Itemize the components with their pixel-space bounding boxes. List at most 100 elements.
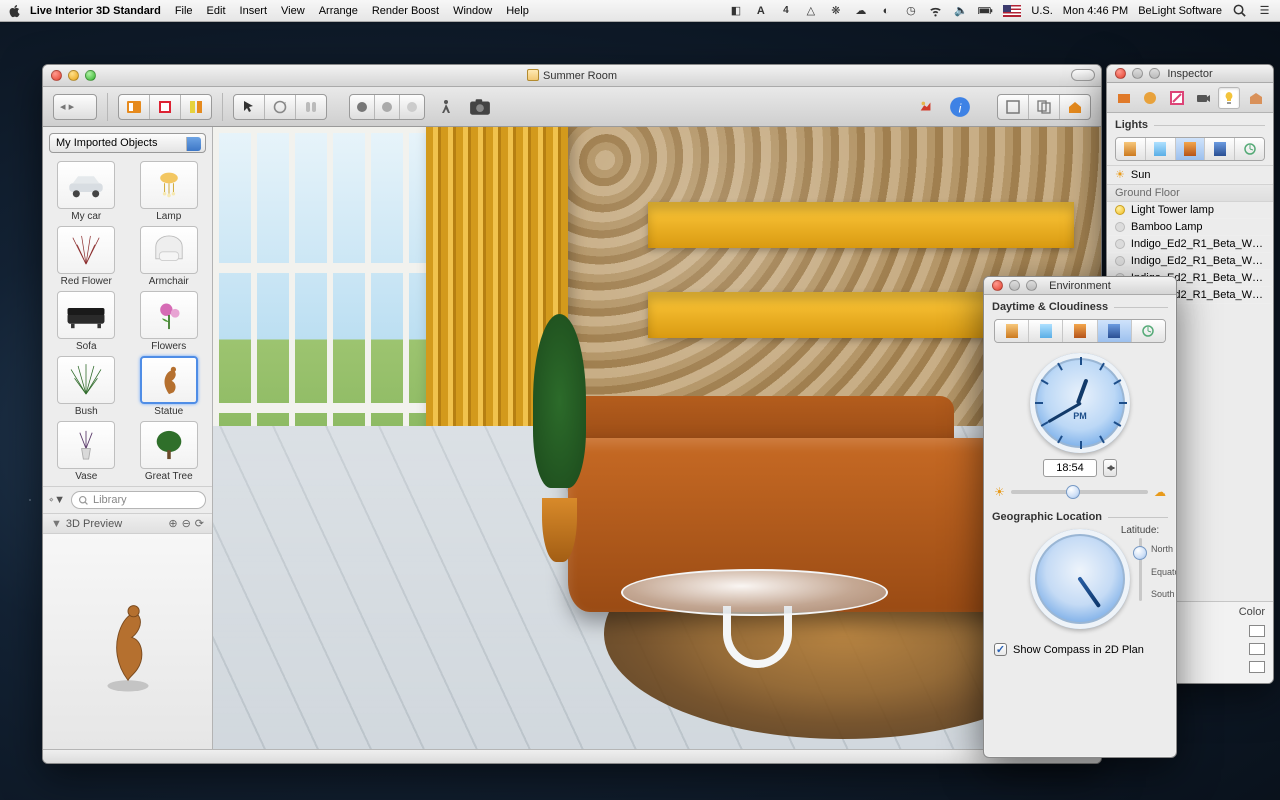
view-home-icon[interactable] <box>1060 95 1090 119</box>
pan-tool-icon[interactable] <box>296 95 326 119</box>
flag-icon[interactable] <box>1003 5 1021 17</box>
close-button[interactable] <box>992 280 1003 291</box>
library-thumb-icon[interactable] <box>57 161 115 209</box>
library-item[interactable]: Armchair <box>132 226 207 287</box>
library-item[interactable]: My car <box>49 161 124 222</box>
zoom-in-icon[interactable]: ⊕ <box>168 517 177 530</box>
library-item[interactable]: Flowers <box>132 291 207 352</box>
menu-edit[interactable]: Edit <box>207 5 226 17</box>
adobe-icon[interactable]: A <box>753 3 768 18</box>
preview-section-header[interactable]: ▼ 3D Preview ⊕ ⊖ ⟳ <box>43 513 212 534</box>
tab-lights-icon[interactable] <box>1218 87 1240 109</box>
time-stepper[interactable] <box>1103 459 1117 477</box>
light-preset-segment[interactable] <box>1115 137 1265 161</box>
library-thumb-icon[interactable] <box>57 421 115 469</box>
inspector-titlebar[interactable]: Inspector <box>1107 65 1273 83</box>
environment-titlebar[interactable]: Environment <box>984 277 1176 295</box>
preview-3d-viewport[interactable] <box>43 534 212 749</box>
show-compass-checkbox[interactable]: ✓ <box>994 643 1007 656</box>
menu-renderboost[interactable]: Render Boost <box>372 5 439 17</box>
preset-custom-icon[interactable] <box>1132 320 1165 342</box>
tab-building-icon[interactable] <box>1245 87 1267 109</box>
view-mode-segment[interactable] <box>997 94 1091 120</box>
library-item[interactable]: Red Flower <box>49 226 124 287</box>
compass-control[interactable] <box>1030 529 1130 629</box>
display-icon[interactable]: ◐ <box>878 3 893 18</box>
tab-measure-icon[interactable] <box>1166 87 1188 109</box>
titlebar[interactable]: Summer Room <box>43 65 1101 87</box>
quality-hi-icon[interactable] <box>400 95 424 119</box>
number-icon[interactable]: 4 <box>778 3 793 18</box>
menu-window[interactable]: Window <box>453 5 492 17</box>
preset-day-icon[interactable] <box>1146 138 1176 160</box>
library-panel-icon[interactable] <box>119 95 150 119</box>
library-item[interactable]: Great Tree <box>132 421 207 482</box>
cloud-icon[interactable]: ☁ <box>853 3 868 18</box>
library-thumb-icon[interactable] <box>140 421 198 469</box>
zoom-reset-icon[interactable]: ⟳ <box>195 517 204 530</box>
toolbar-toggle-button[interactable] <box>1071 69 1095 81</box>
clock-icon[interactable]: ◷ <box>903 3 918 18</box>
select-tool-icon[interactable] <box>234 95 265 119</box>
preset-dawn-icon[interactable] <box>1116 138 1146 160</box>
library-category-dropdown[interactable]: My Imported Objects <box>49 133 206 153</box>
walk-tool-icon[interactable] <box>433 94 459 120</box>
menu-view[interactable]: View <box>281 5 305 17</box>
library-thumb-icon[interactable] <box>57 356 115 404</box>
light-row[interactable]: Indigo_Ed2_R1_Beta_Wing <box>1107 253 1273 270</box>
cloudiness-slider[interactable]: ☀ ☁ <box>994 485 1166 499</box>
library-search-input[interactable]: Library <box>71 491 206 509</box>
menu-arrange[interactable]: Arrange <box>319 5 358 17</box>
latitude-slider[interactable]: North Equator South <box>1131 538 1149 601</box>
drive-icon[interactable]: △ <box>803 3 818 18</box>
tab-materials-icon[interactable] <box>1139 87 1161 109</box>
library-item[interactable]: Statue <box>132 356 207 417</box>
render-icon[interactable] <box>913 94 939 120</box>
zoom-button[interactable] <box>1026 280 1037 291</box>
nav-back-forward-button[interactable]: ◂ ▸ <box>53 94 97 120</box>
library-item[interactable]: Sofa <box>49 291 124 352</box>
tool-segment[interactable] <box>233 94 327 120</box>
color-swatch[interactable] <box>1249 625 1265 637</box>
color-swatch[interactable] <box>1249 643 1265 655</box>
preset-night-icon[interactable] <box>1205 138 1235 160</box>
light-row-sun[interactable]: ☀ Sun <box>1107 166 1273 184</box>
zoom-button[interactable] <box>85 70 96 81</box>
preset-day-icon[interactable] <box>1029 320 1063 342</box>
clock-control[interactable]: PM <box>1030 353 1130 453</box>
time-input[interactable] <box>1043 459 1097 477</box>
preset-night-icon[interactable] <box>1098 320 1132 342</box>
inspector-toggle-icon[interactable] <box>181 95 211 119</box>
input-source-label[interactable]: U.S. <box>1031 5 1052 17</box>
library-thumb-icon[interactable] <box>140 161 198 209</box>
close-button[interactable] <box>1115 68 1126 79</box>
snapshot-icon[interactable] <box>467 94 493 120</box>
sync-icon[interactable]: ❋ <box>828 3 843 18</box>
zoom-out-icon[interactable]: ⊖ <box>182 517 191 530</box>
light-row[interactable]: Light Tower lamp <box>1107 202 1273 219</box>
menu-help[interactable]: Help <box>506 5 529 17</box>
preset-custom-icon[interactable] <box>1235 138 1264 160</box>
disclosure-icon[interactable]: ▼ <box>51 518 62 530</box>
menu-insert[interactable]: Insert <box>240 5 268 17</box>
orbit-tool-icon[interactable] <box>265 95 296 119</box>
preset-dusk-icon[interactable] <box>1176 138 1206 160</box>
quality-mid-icon[interactable] <box>375 95 400 119</box>
info-icon[interactable]: i <box>947 94 973 120</box>
notifications-icon[interactable]: ☰ <box>1257 3 1272 18</box>
library-item[interactable]: Vase <box>49 421 124 482</box>
light-row[interactable]: Indigo_Ed2_R1_Beta_Wing <box>1107 236 1273 253</box>
battery-icon[interactable] <box>978 3 993 18</box>
minimize-button[interactable] <box>1132 68 1143 79</box>
tab-object-icon[interactable] <box>1113 87 1135 109</box>
menuextra-icon[interactable]: ◧ <box>728 3 743 18</box>
apple-menu-icon[interactable] <box>8 4 22 18</box>
menu-file[interactable]: File <box>175 5 193 17</box>
project-tree-icon[interactable] <box>150 95 181 119</box>
spotlight-icon[interactable] <box>1232 3 1247 18</box>
library-thumb-icon[interactable] <box>140 356 198 404</box>
quality-segment[interactable] <box>349 94 425 120</box>
library-item[interactable]: Bush <box>49 356 124 417</box>
light-row[interactable]: Bamboo Lamp <box>1107 219 1273 236</box>
wifi-icon[interactable] <box>928 3 943 18</box>
